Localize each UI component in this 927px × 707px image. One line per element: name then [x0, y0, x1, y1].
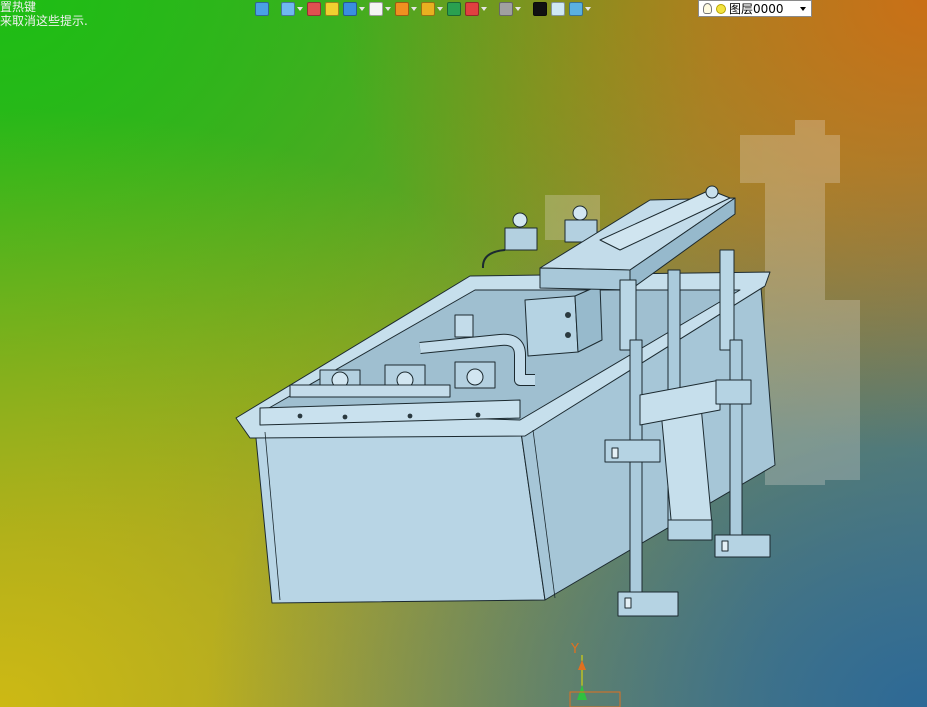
coordinate-triad	[569, 655, 621, 707]
graphics-viewport[interactable]: 置热键 来取消这些提示. 图层0000 Y	[0, 0, 927, 707]
y-axis-label: Y	[570, 642, 579, 657]
machine-assembly	[235, 185, 776, 617]
model-view[interactable]: Y	[0, 0, 927, 707]
pump-block	[524, 295, 579, 357]
tank-front-face	[254, 424, 546, 604]
